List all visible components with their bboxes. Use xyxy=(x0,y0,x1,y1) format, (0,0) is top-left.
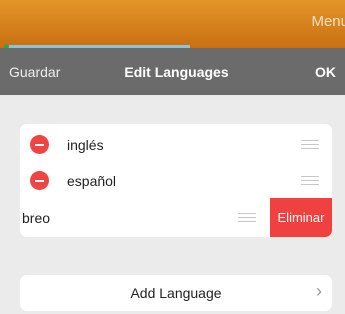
language-list: inglés español breo Eliminar xyxy=(20,124,332,237)
list-item-language-swiped: breo Eliminar xyxy=(20,198,332,237)
delete-button[interactable]: Eliminar xyxy=(270,198,332,237)
ok-button[interactable]: OK xyxy=(315,64,336,80)
minus-circle-icon[interactable] xyxy=(30,135,49,154)
content-area: inglés español breo Eliminar Add Languag… xyxy=(0,95,345,314)
page-title: Edit Languages xyxy=(124,64,229,80)
drag-handle-icon[interactable] xyxy=(301,140,319,149)
language-label: inglés xyxy=(67,137,104,153)
add-language-button[interactable]: Add Language › xyxy=(20,275,332,311)
list-item-language: inglés xyxy=(20,126,332,163)
navigation-bar: Guardar Edit Languages OK xyxy=(0,48,345,95)
add-language-label: Add Language xyxy=(130,285,222,301)
list-item-language: español xyxy=(20,162,332,199)
menu-button[interactable]: Menu xyxy=(311,13,345,30)
chevron-right-icon: › xyxy=(316,281,322,301)
language-label: breo xyxy=(22,210,51,226)
top-app-bar: Menu xyxy=(0,0,345,49)
drag-handle-icon[interactable] xyxy=(238,213,256,222)
drag-handle-icon[interactable] xyxy=(301,176,319,185)
language-label: español xyxy=(67,173,117,189)
minus-circle-icon[interactable] xyxy=(30,171,49,190)
